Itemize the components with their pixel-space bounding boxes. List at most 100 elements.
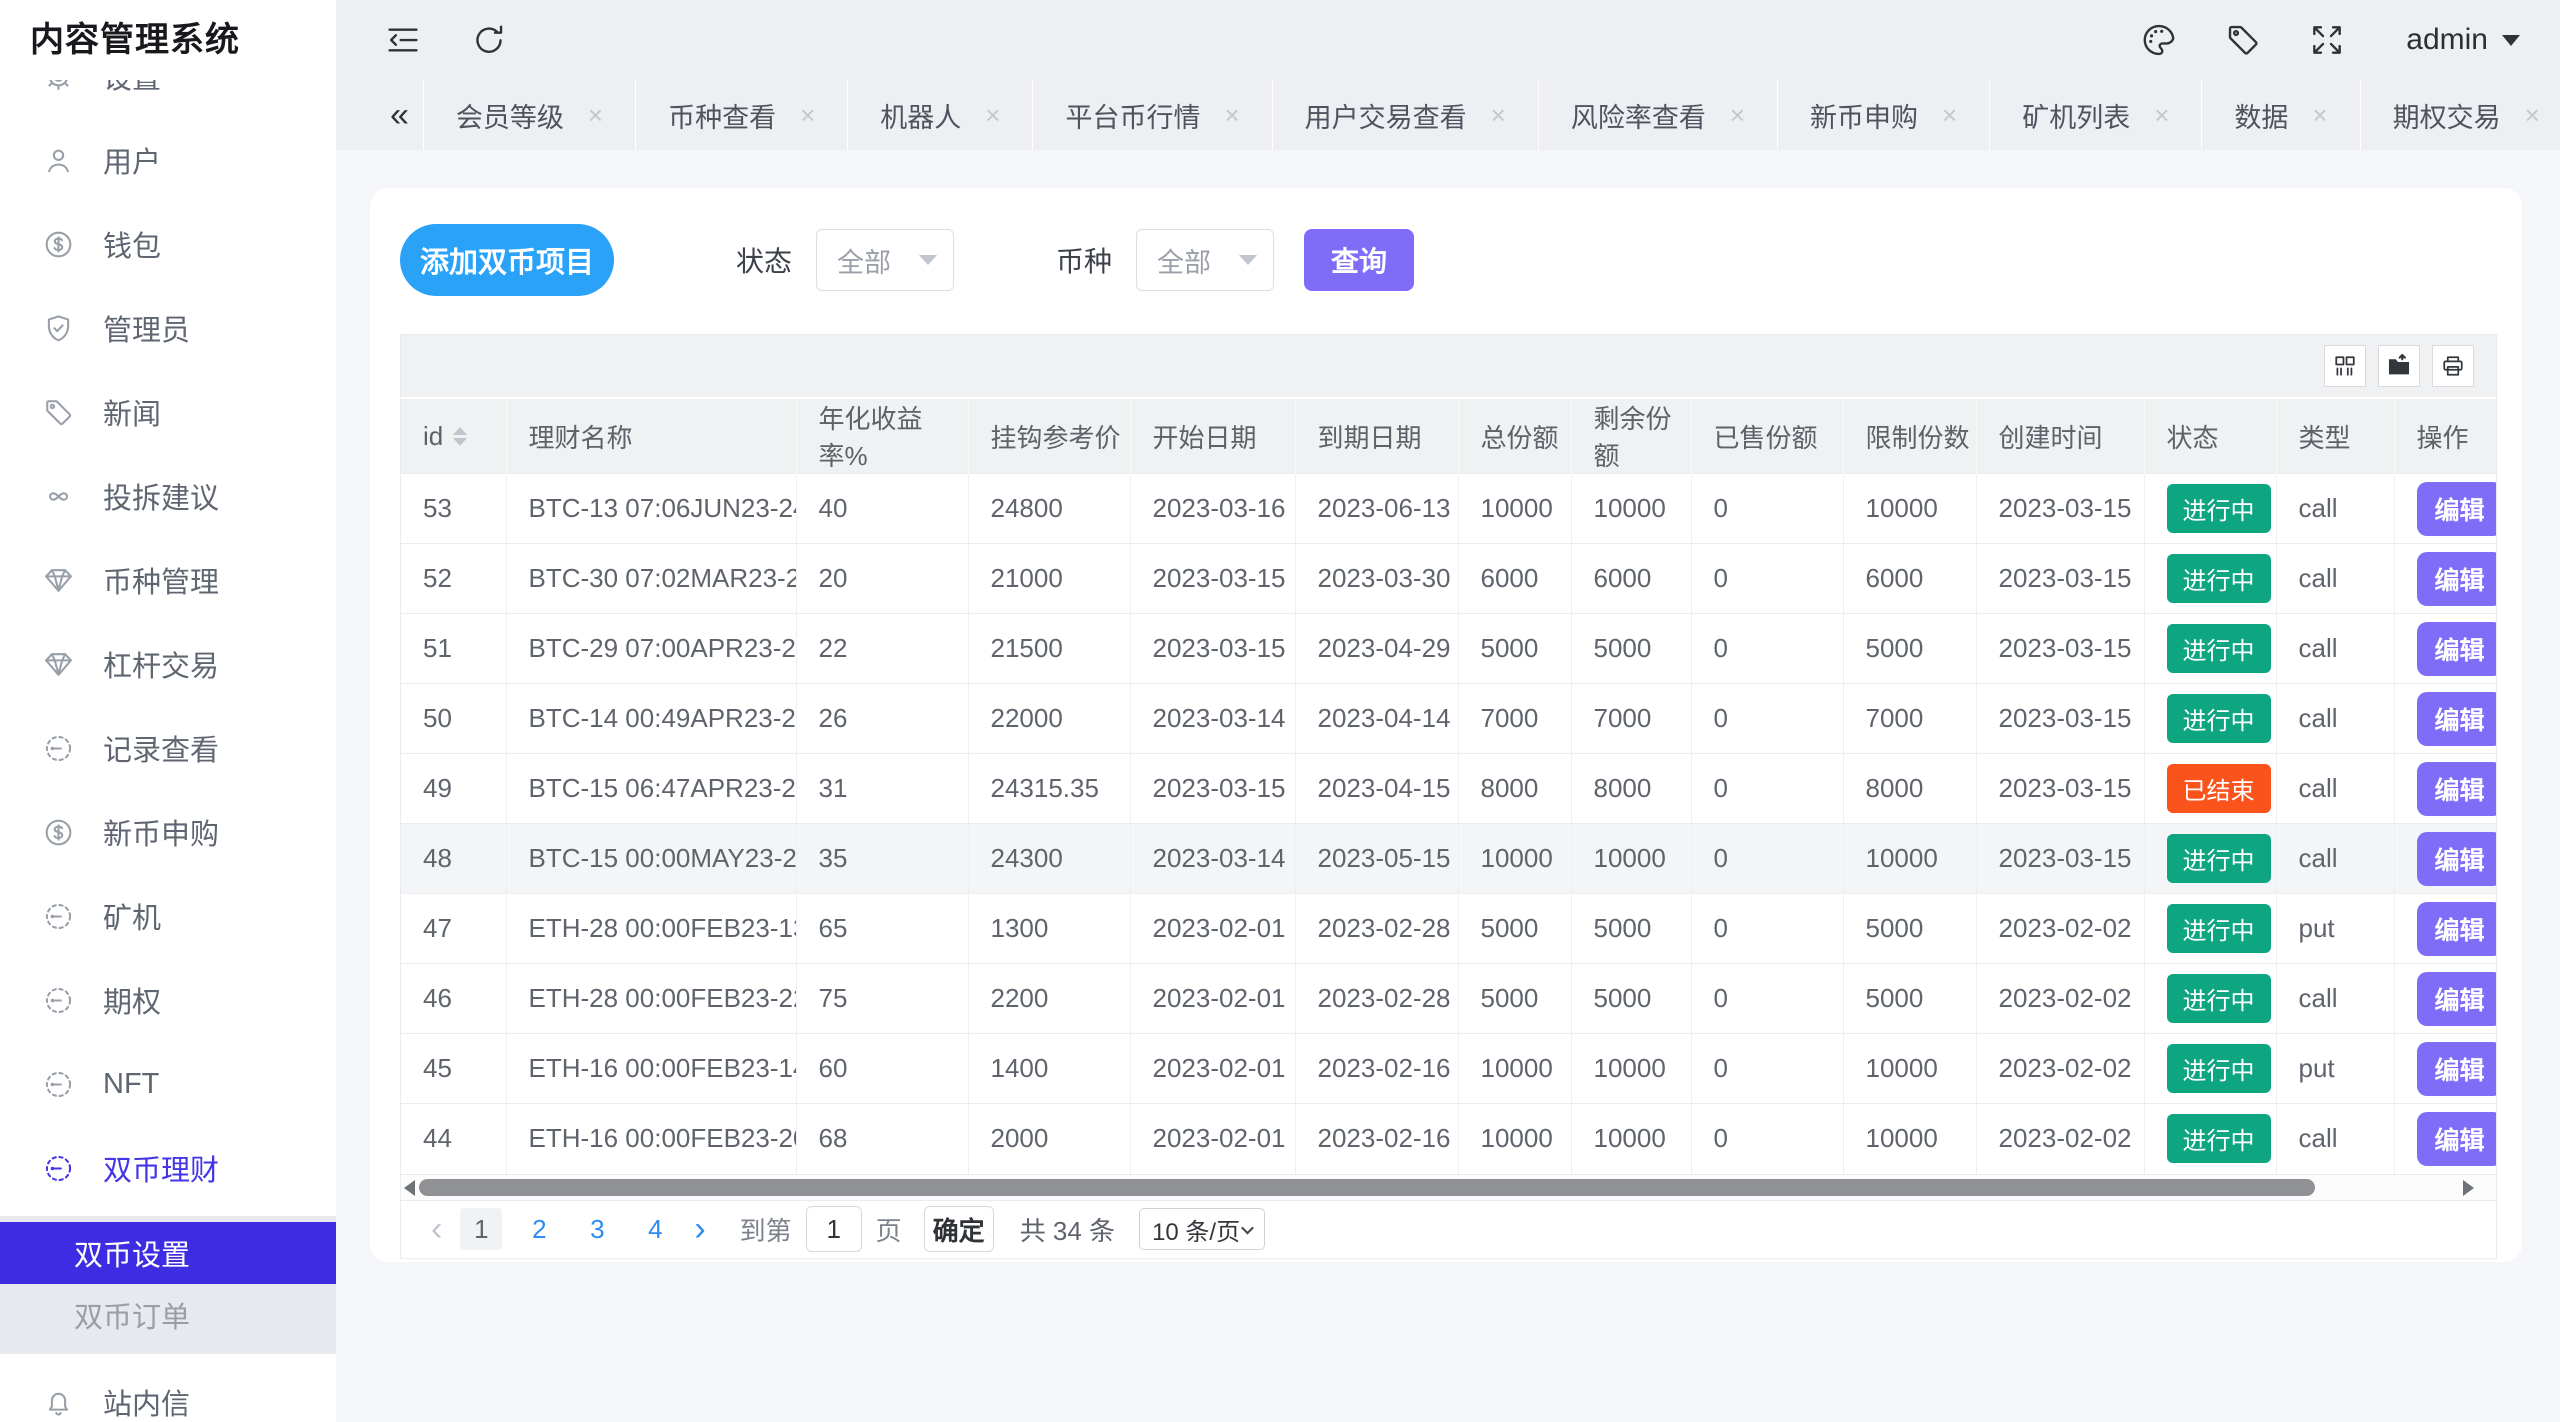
edit-button[interactable]: 编辑 — [2417, 482, 2497, 536]
edit-button[interactable]: 编辑 — [2417, 762, 2497, 816]
cell: 21000 — [968, 544, 1130, 614]
edit-button[interactable]: 编辑 — [2417, 1112, 2497, 1166]
palette-icon[interactable] — [2140, 21, 2178, 59]
add-dual-currency-button[interactable]: 添加双币项目 — [400, 224, 614, 296]
query-button[interactable]: 查询 — [1304, 229, 1414, 291]
scrollbar-thumb[interactable] — [419, 1179, 2315, 1196]
close-icon[interactable]: × — [1224, 102, 1239, 128]
cell: 2023-02-01 — [1130, 1104, 1295, 1174]
tab-1[interactable]: 币种查看× — [635, 80, 847, 150]
cell: 2023-03-15 — [1976, 824, 2144, 894]
tab-8[interactable]: 数据× — [2201, 80, 2359, 150]
close-icon[interactable]: × — [588, 102, 603, 128]
tag-icon[interactable] — [2224, 21, 2262, 59]
table-row: 50BTC-14 00:49APR23-2200...26220002023-0… — [401, 684, 2496, 754]
column-header-10: 创建时间 — [1976, 399, 2144, 474]
status-cell: 进行中 — [2144, 474, 2276, 544]
goto-page-input[interactable] — [806, 1206, 862, 1252]
sort-icon[interactable] — [453, 427, 467, 446]
sidebar-item-14[interactable]: 站内信 — [0, 1360, 336, 1422]
edit-button[interactable]: 编辑 — [2417, 902, 2497, 956]
tab-7[interactable]: 矿机列表× — [1989, 80, 2201, 150]
tab-9[interactable]: 期权交易 × — [2360, 80, 2560, 150]
status-filter-select[interactable]: 全部 — [816, 229, 954, 291]
edit-button[interactable]: 编辑 — [2417, 832, 2497, 886]
cell: 5000 — [1843, 894, 1976, 964]
coin-filter-select[interactable]: 全部 — [1136, 229, 1274, 291]
page-size-select[interactable]: 10 条/页 — [1139, 1208, 1265, 1250]
sidebar-item-6[interactable]: 币种管理 — [0, 538, 336, 622]
refresh-icon[interactable] — [470, 21, 508, 59]
sidebar-item-1[interactable]: 用户 — [0, 118, 336, 202]
next-page-button[interactable]: › — [684, 1210, 715, 1249]
sidebar-item-3[interactable]: 管理员 — [0, 286, 336, 370]
export-icon[interactable] — [2378, 345, 2420, 387]
horizontal-scrollbar[interactable] — [401, 1174, 2496, 1200]
sidebar-item-11[interactable]: 期权 — [0, 958, 336, 1042]
page-number-2[interactable]: 2 — [518, 1208, 560, 1250]
user-icon — [42, 144, 75, 177]
tabs-scroll-left-icon[interactable]: « — [376, 80, 423, 150]
tab-5[interactable]: 风险率查看 × — [1538, 80, 1777, 150]
edit-button[interactable]: 编辑 — [2417, 692, 2497, 746]
action-cell: 编辑 — [2394, 964, 2496, 1034]
sidebar-item-9[interactable]: 新币申购 — [0, 790, 336, 874]
close-icon[interactable]: × — [2525, 102, 2540, 128]
cell: 46 — [401, 964, 506, 1034]
sidebar-item-0[interactable]: 设置 — [0, 80, 336, 118]
close-icon[interactable]: × — [1942, 102, 1957, 128]
sidebar-item-12[interactable]: NFT — [0, 1042, 336, 1126]
cell: 8000 — [1571, 754, 1691, 824]
tab-2[interactable]: 机器人× — [847, 80, 1032, 150]
sidebar-item-7[interactable]: 杠杆交易 — [0, 622, 336, 706]
columns-icon[interactable] — [2324, 345, 2366, 387]
scroll-right-arrow-icon[interactable] — [2463, 1180, 2474, 1196]
close-icon[interactable]: × — [985, 102, 1000, 128]
infinity-icon — [42, 480, 75, 513]
close-icon[interactable]: × — [1491, 102, 1506, 128]
fullscreen-icon[interactable] — [2308, 21, 2346, 59]
tab-4[interactable]: 用户交易查看× — [1272, 80, 1538, 150]
cell: 2023-02-01 — [1130, 1034, 1295, 1104]
table-header-row: id理财名称年化收益率%挂钩参考价开始日期到期日期总份额剩余份额已售份额限制份数… — [401, 399, 2496, 474]
sidebar-item-label: 币种管理 — [103, 559, 219, 601]
user-menu[interactable]: admin — [2406, 23, 2520, 57]
tab-0[interactable]: 会员等级× — [423, 80, 635, 150]
sidebar-subitem-0[interactable]: 双币设置 — [0, 1222, 336, 1284]
cell: 53 — [401, 474, 506, 544]
column-header-0[interactable]: id — [401, 399, 506, 474]
edit-button[interactable]: 编辑 — [2417, 1042, 2497, 1096]
sidebar-item-13[interactable]: 双币理财 — [0, 1126, 336, 1210]
print-icon[interactable] — [2432, 345, 2474, 387]
cell: 2023-05-15 — [1295, 824, 1458, 894]
cell: ETH-28 00:00FEB23-2200-C — [506, 964, 796, 1034]
scroll-left-arrow-icon[interactable] — [404, 1180, 415, 1196]
sidebar-subitem-1[interactable]: 双币订单 — [0, 1284, 336, 1346]
sidebar-item-8[interactable]: 记录查看 — [0, 706, 336, 790]
prev-page-button[interactable]: ‹ — [421, 1210, 452, 1249]
sidebar-item-2[interactable]: 钱包 — [0, 202, 336, 286]
close-icon[interactable]: × — [2154, 102, 2169, 128]
close-icon[interactable]: × — [800, 102, 815, 128]
sidebar-item-5[interactable]: 投拆建议 — [0, 454, 336, 538]
edit-button[interactable]: 编辑 — [2417, 622, 2497, 676]
edit-button[interactable]: 编辑 — [2417, 972, 2497, 1026]
cell: 0 — [1691, 1104, 1843, 1174]
tab-6[interactable]: 新币申购× — [1777, 80, 1989, 150]
table-row: 52BTC-30 07:02MAR23-210...20210002023-03… — [401, 544, 2496, 614]
page-number-4[interactable]: 4 — [634, 1208, 676, 1250]
close-icon[interactable]: × — [2312, 102, 2327, 128]
page-number-3[interactable]: 3 — [576, 1208, 618, 1250]
cell: 2023-04-14 — [1295, 684, 1458, 754]
page-number-1[interactable]: 1 — [460, 1208, 502, 1250]
tab-label: 风险率查看 — [1571, 96, 1706, 135]
edit-button[interactable]: 编辑 — [2417, 552, 2497, 606]
collapse-sidebar-icon[interactable] — [384, 21, 422, 59]
confirm-button[interactable]: 确定 — [924, 1206, 994, 1252]
column-header-2: 年化收益率% — [796, 399, 968, 474]
close-icon[interactable]: × — [1730, 102, 1745, 128]
sidebar-item-4[interactable]: 新闻 — [0, 370, 336, 454]
sidebar-item-10[interactable]: 矿机 — [0, 874, 336, 958]
tab-3[interactable]: 平台币行情× — [1032, 80, 1271, 150]
tab-label: 期权交易 — [2393, 96, 2501, 135]
